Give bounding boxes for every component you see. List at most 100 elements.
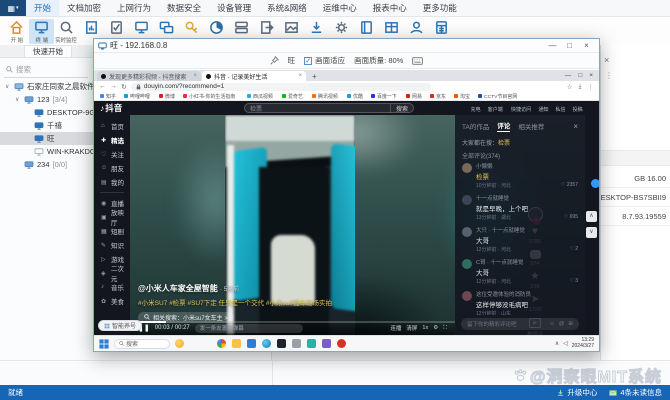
ribbon-tab-报表中心[interactable]: 报表中心: [365, 0, 415, 16]
comment-like-count[interactable]: ♡ 3: [569, 278, 578, 285]
ribbon-tab-更多功能[interactable]: 更多功能: [415, 0, 465, 16]
douyin-nav-朋友[interactable]: ☺ 朋友: [94, 161, 130, 175]
chrome-icon[interactable]: [217, 339, 226, 348]
bookmark-item[interactable]: 腾讯视频: [311, 92, 340, 100]
edge-icon[interactable]: [262, 339, 271, 348]
tab-close-icon[interactable]: ×: [193, 73, 197, 79]
bookmark-item[interactable]: CCTV节目官网: [478, 92, 521, 100]
bookmark-star-icon[interactable]: ☆: [567, 83, 573, 91]
comment-like-count[interactable]: ♡ 2: [569, 246, 578, 253]
video-hashtags[interactable]: #小米SU7 #检票 #SU7下定 任只是一个交代 #小米su7提车现场实拍: [138, 297, 332, 307]
header-link-客户端[interactable]: 客户端: [488, 105, 503, 113]
unread-messages-link[interactable]: 4条未读信息: [609, 387, 662, 398]
home-icon[interactable]: 开 始: [4, 19, 29, 44]
douyin-nav-二次元[interactable]: ◈ 二次元: [94, 266, 130, 283]
bookmark-item[interactable]: 优酷: [346, 92, 364, 100]
remote-viewer-titlebar[interactable]: 旺 - 192.168.0.8 — □ ×: [94, 39, 599, 53]
fullscreen-icon[interactable]: ⛶: [443, 325, 447, 332]
app-purple-icon[interactable]: [322, 339, 331, 348]
encryption-key-icon[interactable]: [179, 19, 204, 35]
weather-icon[interactable]: [175, 339, 184, 348]
taskbar-search[interactable]: 搜索: [114, 338, 170, 349]
policy-check-icon[interactable]: [104, 19, 129, 35]
browser-close-icon[interactable]: ×: [589, 72, 593, 79]
hot-search-row[interactable]: 大家都在搜：检票: [455, 135, 585, 147]
url-field[interactable]: douyin.com/?recommend=1: [130, 82, 431, 91]
ribbon-tab-数据安全[interactable]: 数据安全: [159, 0, 209, 16]
header-link-充电[interactable]: 充电: [471, 105, 481, 113]
header-link-私信[interactable]: 私信: [555, 105, 565, 113]
taskbar-clock[interactable]: 13:29 2024/3/27: [572, 337, 594, 349]
douyin-nav-放映厅[interactable]: ▣ 放映厅: [94, 210, 130, 227]
report-chart-icon[interactable]: [79, 19, 104, 35]
ribbon-tab-上网行为[interactable]: 上网行为: [109, 0, 159, 16]
autoplay-toggle[interactable]: 连播: [390, 324, 401, 332]
ribbon-tab-运维中心[interactable]: 运维中心: [315, 0, 365, 16]
comment-like-count[interactable]: ♡ 695: [564, 214, 578, 221]
new-tab-button[interactable]: +: [307, 72, 322, 81]
manual-book-icon[interactable]: [354, 19, 379, 35]
douyin-nav-我的[interactable]: ▤ 我的: [94, 175, 130, 189]
roster-grid-icon[interactable]: [379, 19, 404, 35]
maximize-icon[interactable]: □: [561, 41, 578, 50]
client-download-icon[interactable]: [304, 19, 329, 35]
bookmark-item[interactable]: 知乎: [100, 92, 117, 100]
app-blue-icon[interactable]: [247, 339, 256, 348]
header-link-快捷访问[interactable]: 快捷访问: [511, 105, 531, 113]
browser-maximize-icon[interactable]: □: [578, 72, 582, 79]
bookmark-item[interactable]: 微博: [159, 92, 176, 100]
header-link-通知[interactable]: 通知: [538, 105, 548, 113]
settings-icon[interactable]: ⚙: [433, 325, 438, 331]
commenter-avatar[interactable]: [462, 259, 472, 269]
progress-bar[interactable]: [130, 321, 455, 323]
server-manage-icon[interactable]: [229, 19, 254, 35]
forward-icon[interactable]: →: [110, 83, 117, 90]
commenter-name[interactable]: 小懒懒: [476, 162, 578, 170]
commenter-avatar[interactable]: [462, 291, 472, 301]
user-account-icon[interactable]: [404, 19, 429, 35]
danmaku-input[interactable]: 发一条友善的弹幕: [194, 323, 303, 333]
next-video-button[interactable]: ∨: [586, 227, 597, 238]
commenter-name[interactable]: 大只 · 十一点就睡觉: [476, 226, 578, 234]
header-link-投稿[interactable]: 投稿: [572, 105, 582, 113]
keyboard-icon[interactable]: [412, 56, 424, 65]
back-icon[interactable]: ←: [99, 83, 106, 90]
bookmark-item[interactable]: 网易: [405, 92, 423, 100]
close-icon[interactable]: ×: [604, 55, 609, 65]
statistics-pie-icon[interactable]: [204, 19, 229, 35]
commenter-avatar[interactable]: [462, 163, 472, 173]
ribbon-tab-开始[interactable]: 开始: [26, 0, 60, 16]
comments-tab-评论[interactable]: 评论: [497, 120, 511, 132]
app-menu-button[interactable]: ▦ ▾: [0, 0, 26, 16]
plugin-pill[interactable]: 智能养号: [98, 320, 143, 331]
settings-gear-icon[interactable]: [329, 19, 354, 35]
realtime-monitor-icon[interactable]: 实时监控: [54, 19, 79, 44]
clear-screen-toggle[interactable]: 清屏: [406, 324, 417, 332]
douyin-nav-精选[interactable]: ✚ 精选: [94, 133, 130, 147]
bookmark-item[interactable]: 小红书-你的生活指南: [183, 92, 240, 100]
download-icon[interactable]: ⤓: [579, 83, 582, 91]
comments-tab-TA的作品[interactable]: TA的作品: [462, 121, 489, 131]
douyin-search-box[interactable]: 检票 搜索: [244, 103, 414, 113]
file-dispatch-icon[interactable]: [254, 19, 279, 35]
douyin-nav-知识[interactable]: ✎ 知识: [94, 238, 130, 252]
comment-input[interactable]: 留下你的精彩评论吧 ☺ @ ⊞: [461, 318, 579, 330]
remote-control-icon[interactable]: [154, 19, 179, 35]
mention-icon[interactable]: @: [559, 321, 565, 327]
bookmark-item[interactable]: 哔哩哔哩: [124, 92, 152, 100]
upgrade-center-link[interactable]: 升级中心: [557, 387, 597, 398]
ribbon-tab-设备管理[interactable]: 设备管理: [209, 0, 259, 16]
refresh-icon[interactable]: ↻: [121, 83, 127, 91]
douyin-nav-关注[interactable]: ♡ 关注: [94, 147, 130, 161]
douyin-nav-首页[interactable]: ⌂ 首页: [94, 119, 130, 133]
tab-close-icon[interactable]: ×: [298, 73, 302, 79]
ribbon-tab-文档加密[interactable]: 文档加密: [59, 0, 109, 16]
close-icon[interactable]: ×: [578, 41, 595, 50]
previous-video-button[interactable]: ∧: [586, 211, 597, 222]
bookmark-item[interactable]: 淘宝: [454, 92, 471, 100]
terminal-icon[interactable]: 终 端: [29, 19, 54, 44]
douyin-nav-美食[interactable]: ✿ 美食: [94, 294, 130, 308]
screen-monitor-icon[interactable]: [129, 19, 154, 35]
commenter-name[interactable]: 这位受邀体验的消防员: [476, 290, 578, 298]
folder-icon[interactable]: [232, 339, 241, 348]
